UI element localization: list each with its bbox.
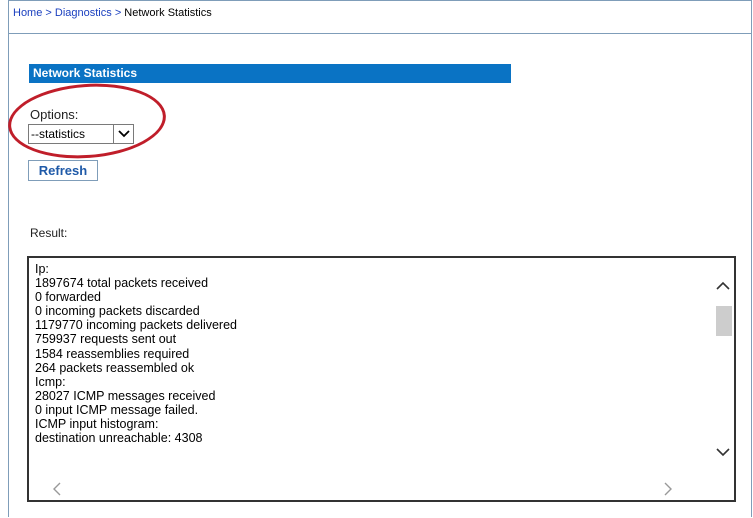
breadcrumb-separator: > xyxy=(45,7,55,19)
breadcrumb: Home > Diagnostics > Network Statistics xyxy=(9,1,751,34)
options-label: Options: xyxy=(30,107,79,122)
result-line: 759937 requests sent out xyxy=(35,332,177,347)
options-select[interactable]: --statistics xyxy=(28,124,134,144)
result-line: destination unreachable: 4308 xyxy=(35,431,203,446)
result-line: Icmp: xyxy=(35,374,66,389)
chevron-right-icon[interactable] xyxy=(658,478,678,500)
result-line: 0 forwarded xyxy=(35,290,102,305)
result-line: 0 incoming packets discarded xyxy=(35,304,200,319)
options-select-value: --statistics xyxy=(31,127,85,141)
refresh-button[interactable]: Refresh xyxy=(28,160,98,181)
result-line: 0 input ICMP message failed. xyxy=(35,402,199,417)
vertical-scrollbar[interactable] xyxy=(712,260,734,478)
result-line: 1897674 total packets received xyxy=(35,276,209,291)
chevron-down-icon[interactable] xyxy=(712,442,734,462)
chevron-left-icon[interactable] xyxy=(47,478,67,500)
breadcrumb-home-link[interactable]: Home xyxy=(13,7,42,19)
horizontal-scrollbar[interactable] xyxy=(29,478,712,500)
result-line: ICMP input histogram: xyxy=(35,417,159,432)
result-line: 1584 reassemblies required xyxy=(35,346,190,361)
breadcrumb-separator: > xyxy=(114,7,125,19)
result-line: 264 packets reassembled ok xyxy=(35,360,195,375)
result-lines: Ip: 1897674 total packets received 0 forwa… xyxy=(35,262,705,445)
chevron-down-icon[interactable] xyxy=(113,125,133,143)
section-title: Network Statistics xyxy=(29,64,511,83)
result-label: Result: xyxy=(30,226,68,240)
vertical-scroll-thumb[interactable] xyxy=(716,306,732,336)
result-textarea[interactable]: Ip: 1897674 total packets received 0 forwa… xyxy=(27,256,736,502)
result-line: Ip: xyxy=(35,262,49,276)
breadcrumb-diagnostics-link[interactable]: Diagnostics xyxy=(55,7,112,19)
result-line: 28027 ICMP messages received xyxy=(35,388,216,403)
chevron-up-icon[interactable] xyxy=(712,276,734,296)
breadcrumb-current: Network Statistics xyxy=(124,7,212,19)
result-line: 1179770 incoming packets delivered xyxy=(35,318,237,333)
